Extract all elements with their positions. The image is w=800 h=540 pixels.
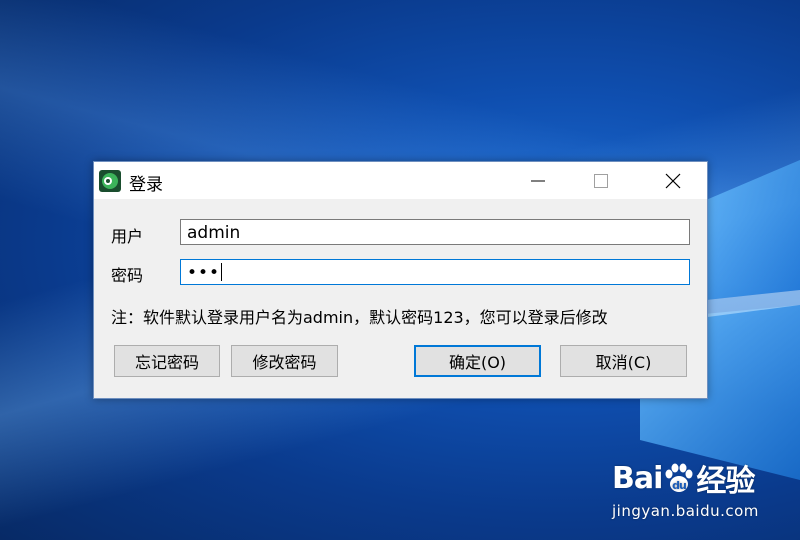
user-label: 用户	[111, 227, 144, 246]
close-button[interactable]	[642, 162, 704, 199]
svg-text:du: du	[673, 479, 687, 492]
watermark-brand-right: 经验	[696, 464, 755, 499]
forgot-password-button[interactable]: 忘记密码	[114, 345, 220, 377]
minimize-icon	[531, 180, 545, 181]
dialog-title: 登录	[129, 175, 163, 195]
password-input[interactable]: •••	[180, 259, 690, 285]
minimize-button[interactable]	[507, 162, 569, 199]
password-label: 密码	[111, 266, 144, 285]
username-input[interactable]: admin	[180, 219, 690, 245]
ok-button[interactable]: 确定(O)	[414, 345, 541, 377]
watermark-brand-left: Bai	[612, 460, 663, 496]
login-dialog: 登录 用户 admin 密码 ••• 注：软件默认登录用户名为admin，默认密…	[93, 161, 708, 399]
close-icon	[665, 173, 681, 188]
default-login-note: 注：软件默认登录用户名为admin，默认密码123，您可以登录后修改	[111, 308, 608, 327]
username-value: admin	[187, 223, 241, 243]
maximize-icon	[594, 173, 608, 188]
baidu-jingyan-watermark: Bai du 经验 jingyan.baidu.com	[612, 456, 759, 521]
app-icon	[99, 170, 121, 192]
watermark-site: jingyan.baidu.com	[612, 502, 759, 520]
password-value: •••	[187, 263, 221, 283]
maximize-button[interactable]	[570, 162, 632, 199]
paw-icon: du	[665, 463, 693, 492]
change-password-button[interactable]: 修改密码	[231, 345, 338, 377]
text-caret	[221, 263, 223, 281]
cancel-button[interactable]: 取消(C)	[560, 345, 687, 377]
title-bar[interactable]: 登录	[94, 162, 707, 199]
